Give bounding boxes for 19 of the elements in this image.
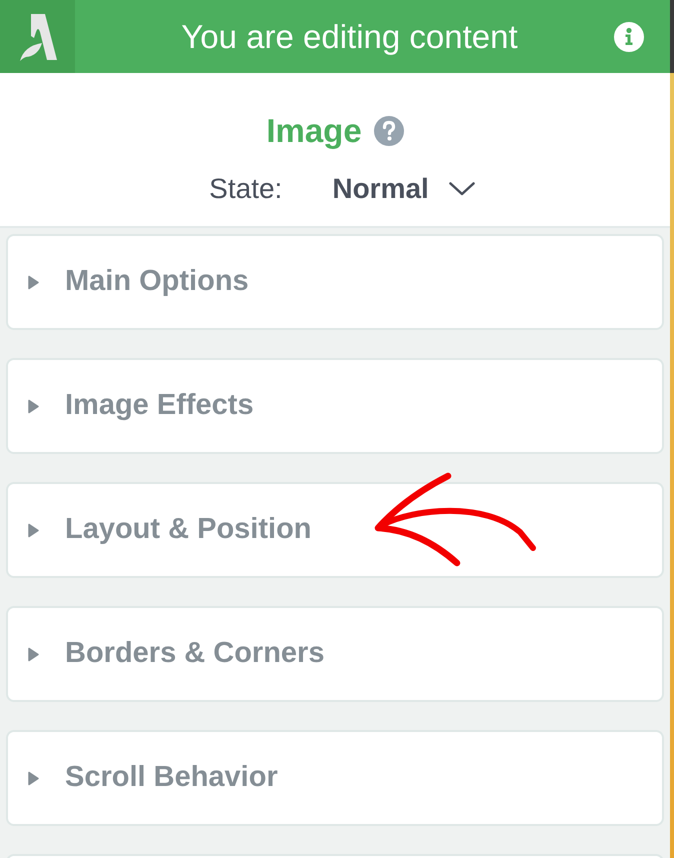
- logo-icon: [18, 12, 58, 62]
- section-header[interactable]: Image Effects: [6, 358, 664, 454]
- section-header[interactable]: Scroll Behavior: [6, 730, 664, 826]
- info-icon[interactable]: [614, 22, 644, 52]
- section-header[interactable]: Main Options: [6, 234, 664, 330]
- element-title: Image: [266, 111, 362, 151]
- section-title: Scroll Behavior: [65, 760, 278, 796]
- help-icon[interactable]: [374, 116, 404, 146]
- state-label: State:: [209, 172, 282, 206]
- section-header[interactable]: Borders & Corners: [6, 606, 664, 702]
- section-header[interactable]: Layout & Position: [6, 482, 664, 578]
- section-title: Image Effects: [65, 388, 254, 424]
- section-title: Borders & Corners: [65, 636, 324, 672]
- header-title: You are editing content: [181, 16, 518, 57]
- chevron-down-icon: [448, 182, 475, 196]
- logo-tile[interactable]: [0, 0, 75, 73]
- state-dropdown[interactable]: Normal: [332, 168, 475, 210]
- section-title: Layout & Position: [65, 512, 312, 548]
- section-title: Main Options: [65, 264, 249, 300]
